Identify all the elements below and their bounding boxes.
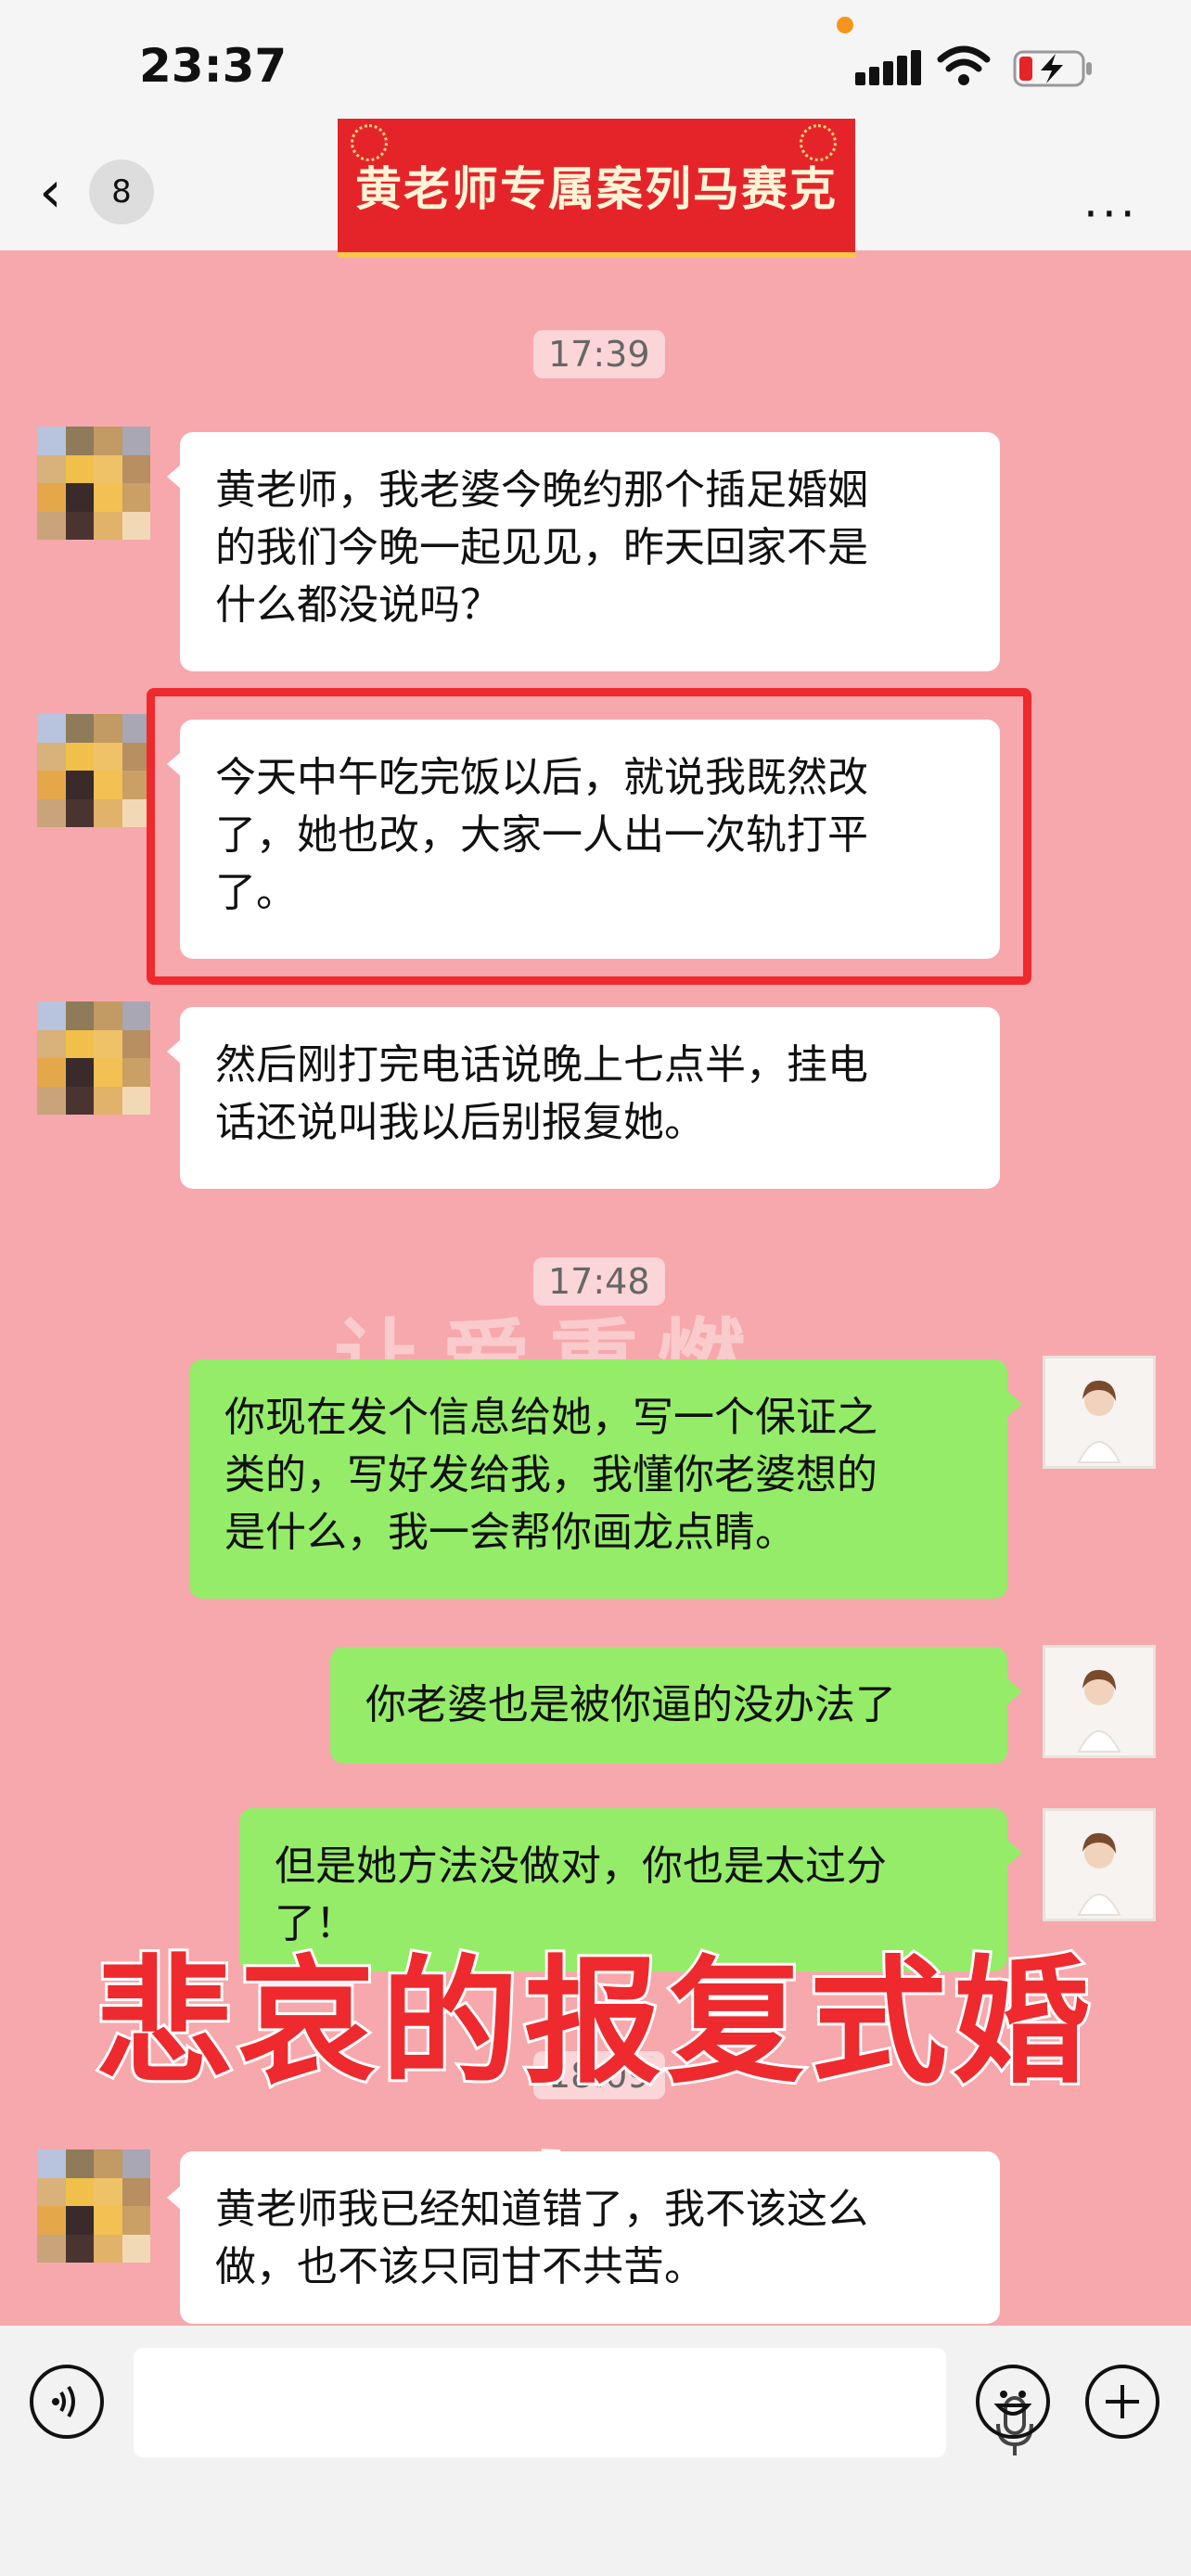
message-text-input[interactable]: [134, 2348, 1033, 2457]
wifi-icon: [937, 45, 991, 85]
message-bubble[interactable]: 你老婆也是被你逼的没办法了: [330, 1647, 1007, 1764]
client-avatar[interactable]: [37, 2149, 150, 2263]
plus-icon[interactable]: [1085, 2365, 1159, 2439]
firework-decoration-icon: [351, 124, 388, 161]
message-bubble[interactable]: 黄老师，我老婆今晚约那个插足婚姻 的我们今晚一起见见，昨天回家不是 什么都没说吗…: [180, 432, 1000, 671]
more-options-icon[interactable]: ···: [1083, 187, 1139, 241]
teacher-avatar[interactable]: [1043, 1356, 1156, 1469]
client-avatar[interactable]: [37, 427, 150, 540]
status-time: 23:37: [139, 39, 288, 93]
voice-toggle-icon[interactable]: [30, 2365, 104, 2439]
teacher-avatar[interactable]: [1043, 1808, 1156, 1921]
highlight-frame: [147, 688, 1031, 985]
firework-decoration-icon: [800, 124, 837, 161]
emoji-icon[interactable]: [976, 2365, 1050, 2439]
client-avatar[interactable]: [37, 1001, 150, 1115]
battery-icon: [1013, 50, 1092, 87]
teacher-avatar[interactable]: [1043, 1645, 1156, 1758]
message-bubble[interactable]: 你现在发个信息给她，写一个保证之 类的，写好发给我，我懂你老婆想的 是什么，我一…: [189, 1359, 1007, 1599]
unread-count-badge[interactable]: 8: [89, 159, 154, 224]
message-input-bar: [0, 2326, 1191, 2576]
message-bubble[interactable]: 然后刚打完电话说晚上七点半，挂电 话还说叫我以后别报复她。: [180, 1007, 1000, 1189]
message-bubble[interactable]: 黄老师我已经知道错了，我不该这么 做，也不该只同甘不共苦。: [180, 2151, 1000, 2324]
cellular-signal-icon: [855, 48, 921, 85]
chat-title-banner: 黄老师专属案列马赛克: [338, 119, 855, 258]
privacy-indicator-dot: [837, 17, 853, 33]
client-avatar[interactable]: [37, 714, 150, 827]
timestamp: 17:39: [533, 330, 665, 378]
chat-title: 黄老师专属案列马赛克: [355, 161, 838, 216]
